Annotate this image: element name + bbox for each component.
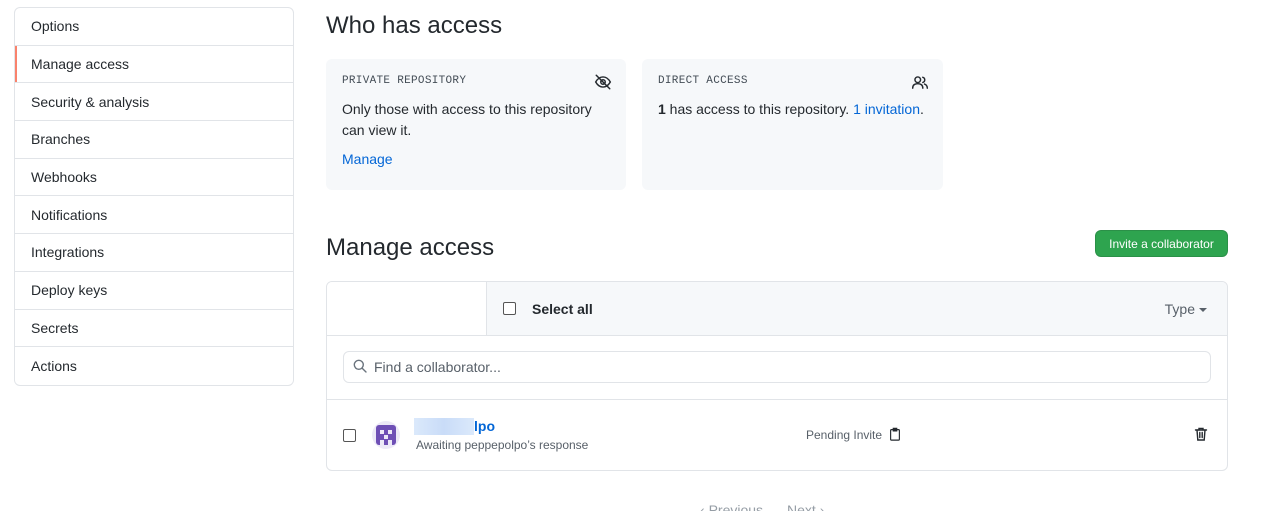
collaborator-name-visible: lpo [474, 417, 495, 434]
previous-label: Previous [708, 502, 764, 511]
sidebar-item-actions[interactable]: Actions [15, 347, 293, 385]
sidebar-item-manage-access[interactable]: Manage access [15, 45, 293, 84]
pending-invite-label: Pending Invite [806, 428, 883, 442]
sidebar-item-label: Webhooks [31, 169, 97, 186]
search-icon [352, 358, 368, 377]
eye-closed-icon [594, 73, 612, 91]
private-repository-card: PRIVATE REPOSITORY Only those with acces… [326, 59, 626, 190]
manage-link[interactable]: Manage [342, 151, 393, 167]
collaborators-table: Select all Type Find a collaborator... l… [326, 281, 1228, 471]
collaborator-status-text: Awaiting peppepolpo’s response [416, 438, 589, 453]
pagination: ‹ Previous Next › [700, 502, 824, 511]
sidebar-item-label: Integrations [31, 244, 105, 261]
caret-down-icon [1199, 307, 1207, 312]
redacted-name [414, 418, 474, 436]
collaborator-checkbox[interactable] [343, 428, 356, 442]
next-page-button[interactable]: Next › [787, 502, 824, 511]
settings-sidebar: Options Manage access Security & analysi… [14, 7, 294, 386]
private-repository-kicker: PRIVATE REPOSITORY [342, 75, 467, 87]
direct-access-tail: . [920, 101, 924, 117]
search-box [343, 351, 1211, 383]
next-label: Next [787, 502, 816, 511]
trash-icon[interactable] [1193, 426, 1209, 445]
who-has-access-heading: Who has access [326, 12, 503, 39]
sidebar-item-deploy-keys[interactable]: Deploy keys [15, 272, 293, 310]
type-filter-label: Type [1164, 300, 1195, 317]
sidebar-item-branches[interactable]: Branches [15, 121, 293, 159]
find-collaborator-input[interactable] [374, 359, 1174, 375]
sidebar-item-label: Security & analysis [31, 93, 150, 110]
direct-access-kicker: DIRECT ACCESS [658, 75, 748, 87]
table-row: lpo Awaiting peppepolpo’s response Pendi… [327, 400, 1227, 470]
type-filter-dropdown[interactable]: Type [1165, 301, 1207, 317]
invite-collaborator-button[interactable]: Invite a collaborator [1095, 230, 1228, 257]
private-repository-description: Only those with access to this repositor… [342, 101, 592, 138]
sidebar-item-options[interactable]: Options [15, 8, 293, 46]
table-header: Select all Type [327, 282, 1227, 336]
sidebar-item-label: Notifications [31, 206, 108, 223]
sidebar-item-secrets[interactable]: Secrets [15, 310, 293, 348]
avatar [372, 421, 400, 449]
previous-page-button[interactable]: ‹ Previous [700, 502, 763, 511]
people-icon [911, 73, 929, 91]
sidebar-item-label: Secrets [31, 319, 79, 336]
sidebar-item-label: Actions [31, 358, 77, 375]
sidebar-item-notifications[interactable]: Notifications [15, 196, 293, 235]
direct-access-text: has access to this repository. [665, 101, 854, 117]
select-all-checkbox[interactable] [503, 302, 516, 315]
invitation-link[interactable]: 1 invitation [853, 101, 920, 117]
sidebar-item-label: Branches [31, 131, 91, 148]
select-all-label: Select all [532, 300, 593, 317]
clipboard-icon[interactable] [888, 427, 902, 444]
direct-access-count: 1 [658, 101, 666, 117]
direct-access-card: DIRECT ACCESS 1 has access to this repos… [642, 59, 943, 190]
sidebar-item-label: Manage access [31, 56, 130, 73]
sidebar-item-integrations[interactable]: Integrations [15, 234, 293, 272]
collaborator-name-link[interactable]: lpo [414, 417, 588, 436]
pending-invite-badge: Pending Invite [806, 427, 902, 444]
direct-access-description: 1 has access to this repository. 1 invit… [658, 99, 928, 120]
manage-access-heading: Manage access [326, 234, 495, 261]
sidebar-item-security-analysis[interactable]: Security & analysis [15, 83, 293, 122]
sidebar-item-label: Deploy keys [31, 282, 108, 299]
sidebar-item-webhooks[interactable]: Webhooks [15, 159, 293, 197]
sidebar-item-label: Options [31, 18, 80, 35]
